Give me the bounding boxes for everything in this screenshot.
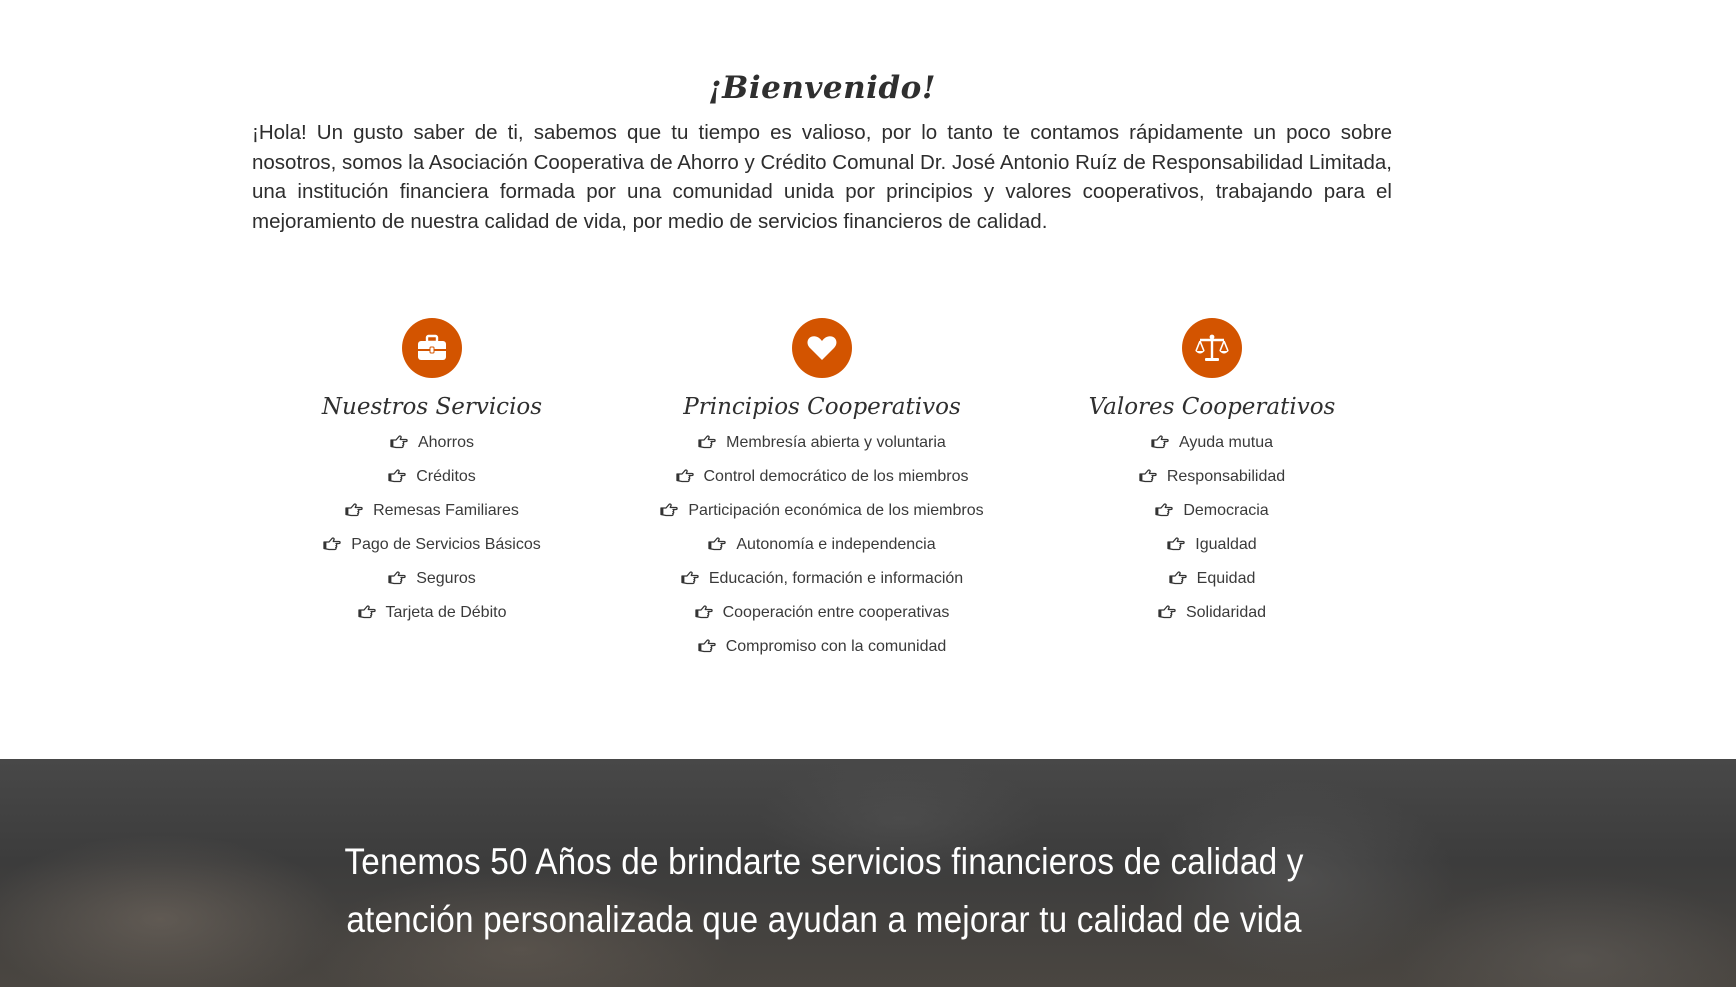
hand-pointer-icon bbox=[1167, 530, 1185, 551]
hand-pointer-icon bbox=[1139, 462, 1157, 483]
heart-icon bbox=[792, 318, 852, 378]
list-item-label: Ahorros bbox=[417, 434, 475, 451]
list-item-label: Responsabilidad bbox=[1166, 468, 1286, 485]
list-item: Tarjeta de Débito bbox=[222, 596, 642, 630]
list-item-label: Seguros bbox=[416, 570, 476, 587]
services-list: Ahorros Créditos Remesas Familiares Pago de… bbox=[222, 426, 642, 630]
hand-pointer-icon bbox=[388, 564, 406, 585]
list-item-label: Equidad bbox=[1196, 570, 1256, 587]
welcome-text: ¡Hola! Un gusto saber de ti, sabemos que… bbox=[252, 121, 1392, 233]
hand-pointer-icon bbox=[1168, 564, 1187, 585]
list-item: Solidaridad bbox=[1002, 596, 1422, 630]
values-list: Ayuda mutua Responsabilidad Democracia Igua… bbox=[1002, 426, 1422, 630]
briefcase-icon bbox=[402, 318, 462, 378]
list-item-label: Compromiso con la comunidad bbox=[725, 638, 947, 655]
hand-pointer-icon bbox=[675, 462, 694, 483]
list-item: Equidad bbox=[1002, 562, 1422, 596]
hand-pointer-icon bbox=[323, 530, 341, 551]
list-item-label: Tarjeta de Débito bbox=[385, 604, 507, 621]
list-item: Cooperación entre cooperativas bbox=[612, 596, 1032, 630]
hand-pointer-icon bbox=[698, 428, 716, 449]
hand-pointer-icon bbox=[698, 632, 716, 653]
list-item-label: Membresía abierta y voluntaria bbox=[726, 434, 946, 451]
list-item-label: Créditos bbox=[416, 468, 476, 485]
list-item: Créditos bbox=[222, 460, 642, 494]
list-item-label: Igualdad bbox=[1195, 536, 1257, 553]
hand-pointer-icon bbox=[660, 496, 679, 517]
hand-pointer-icon bbox=[1158, 598, 1176, 619]
welcome-title: ¡Bienvenido! bbox=[708, 70, 936, 106]
list-item-label: Democracia bbox=[1183, 502, 1269, 519]
services-title: Nuestros Servicios bbox=[321, 394, 543, 420]
list-item-label: Remesas Familiares bbox=[373, 502, 519, 519]
list-item: Seguros bbox=[222, 562, 642, 596]
values-title: Valores Cooperativos bbox=[1088, 394, 1336, 420]
list-item-label: Solidaridad bbox=[1185, 604, 1267, 621]
list-item: Participación económica de los miembros bbox=[612, 494, 1032, 528]
list-item-label: Participación económica de los miembros bbox=[688, 502, 984, 519]
hand-pointer-icon bbox=[390, 428, 408, 449]
values-column: Valores Cooperativos Ayuda mutua Responsa… bbox=[1002, 318, 1422, 630]
hand-pointer-icon bbox=[1155, 496, 1174, 517]
list-item-label: Ayuda mutua bbox=[1179, 434, 1273, 451]
list-item: Control democrático de los miembros bbox=[612, 460, 1032, 494]
welcome-section: ¡Bienvenido! ¡Hola! Un gusto saber de ti… bbox=[252, 70, 1392, 236]
hand-pointer-icon bbox=[1151, 428, 1169, 449]
list-item-label: Cooperación entre cooperativas bbox=[722, 604, 950, 621]
principles-column: Principios Cooperativos Membresía abiert… bbox=[612, 318, 1032, 664]
list-item: Autonomía e independencia bbox=[612, 528, 1032, 562]
banner-section: Tenemos 50 Años de brindarte servicios f… bbox=[0, 759, 1736, 987]
hand-pointer-icon bbox=[694, 598, 713, 619]
principles-list: Membresía abierta y voluntaria Control de… bbox=[612, 426, 1032, 664]
principles-title: Principios Cooperativos bbox=[683, 394, 961, 420]
list-item: Educación, formación e información bbox=[612, 562, 1032, 596]
banner-text: Tenemos 50 Años de brindarte servicios f… bbox=[344, 841, 1304, 940]
list-item: Pago de Servicios Básicos bbox=[222, 528, 642, 562]
list-item: Compromiso con la comunidad bbox=[612, 630, 1032, 664]
hand-pointer-icon bbox=[345, 496, 363, 517]
list-item: Igualdad bbox=[1002, 528, 1422, 562]
list-item: Ayuda mutua bbox=[1002, 426, 1422, 460]
list-item-label: Educación, formación e información bbox=[708, 570, 964, 587]
page: ¡Bienvenido! ¡Hola! Un gusto saber de ti… bbox=[0, 0, 1736, 987]
hand-pointer-icon bbox=[708, 530, 727, 551]
list-item: Democracia bbox=[1002, 494, 1422, 528]
list-item-label: Pago de Servicios Básicos bbox=[351, 536, 541, 553]
list-item: Remesas Familiares bbox=[222, 494, 642, 528]
list-item: Membresía abierta y voluntaria bbox=[612, 426, 1032, 460]
list-item: Responsabilidad bbox=[1002, 460, 1422, 494]
hand-pointer-icon bbox=[388, 462, 406, 483]
hand-pointer-icon bbox=[357, 598, 376, 619]
list-item-label: Autonomía e independencia bbox=[736, 536, 936, 553]
hand-pointer-icon bbox=[681, 564, 699, 585]
list-item-label: Control democrático de los miembros bbox=[703, 468, 969, 485]
list-item: Ahorros bbox=[222, 426, 642, 460]
services-column: Nuestros Servicios Ahorros Créditos Remesa… bbox=[222, 318, 642, 630]
balance-scale-icon bbox=[1182, 318, 1242, 378]
